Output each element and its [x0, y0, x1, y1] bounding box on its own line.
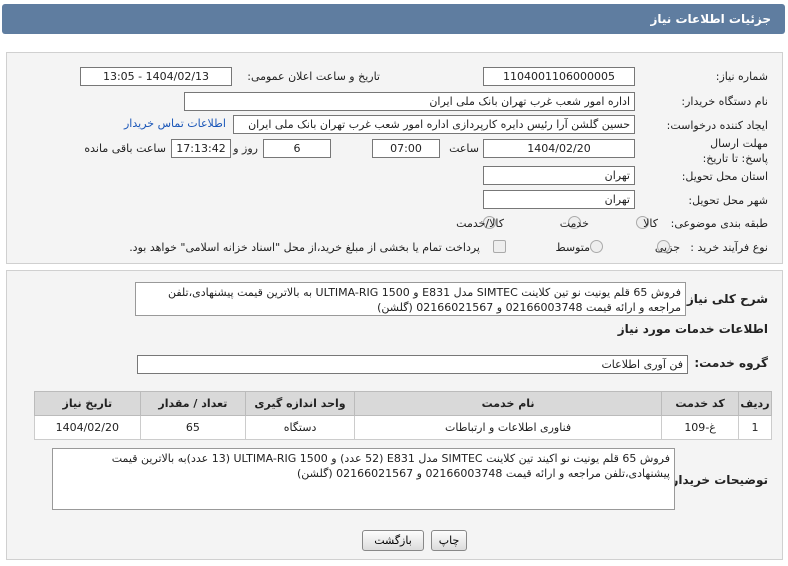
- category-option-service: خدمت: [559, 217, 589, 230]
- need-number-field[interactable]: 1104001106000005: [483, 67, 635, 86]
- cell-date: 1404/02/20: [34, 415, 141, 440]
- service-group-label: گروه خدمت:: [694, 356, 768, 370]
- services-title: اطلاعات خدمات مورد نیاز: [617, 322, 768, 336]
- category-label: طبقه بندی موضوعی:: [670, 217, 768, 230]
- buyer-field[interactable]: اداره امور شعب غرب تهران بانک ملی ایران: [184, 92, 635, 111]
- buyer-notes-label: توضیحات خریدار:: [666, 473, 768, 487]
- process-option-minor: جزیی: [654, 241, 680, 254]
- table-row: 1 غ-109 فناوری اطلاعات و ارتباطات دستگاه…: [34, 415, 773, 440]
- announce-label: تاریخ و ساعت اعلان عمومی:: [247, 70, 380, 83]
- category-option-goods-service: کالا/خدمت: [456, 217, 504, 230]
- treasury-payment-checkbox[interactable]: [493, 240, 506, 253]
- cell-name: فناوری اطلاعات و ارتباطات: [353, 415, 663, 440]
- process-type-label: نوع فرآیند خرید :: [690, 241, 768, 254]
- deadline-time-label: ساعت: [449, 142, 479, 155]
- province-label: استان محل تحویل:: [681, 170, 768, 183]
- deadline-date-field[interactable]: 1404/02/20: [483, 139, 635, 158]
- description-textarea[interactable]: فروش 65 قلم یونیت نو تین کلاینت SIMTEC م…: [135, 282, 686, 316]
- col-quantity: تعداد / مقدار: [139, 391, 247, 416]
- province-field[interactable]: تهران: [483, 166, 635, 185]
- city-label: شهر محل تحویل:: [688, 194, 768, 207]
- need-number-label: شماره نیاز:: [715, 70, 768, 83]
- page-header: جزئیات اطلاعات نیاز: [2, 4, 785, 34]
- buyer-notes-textarea[interactable]: فروش 65 قلم یونیت نو اکیند تین کلاینت SI…: [52, 448, 675, 510]
- creator-field[interactable]: حسین گلشن آرا رئیس دایره کارپردازی اداره…: [233, 115, 635, 134]
- process-radio-medium[interactable]: [590, 240, 603, 253]
- process-option-medium: متوسط: [555, 241, 590, 254]
- services-table: ردیف کد خدمت نام خدمت واحد اندازه گیری ت…: [34, 391, 773, 440]
- deadline-time-field[interactable]: 07:00: [372, 139, 440, 158]
- category-option-goods: کالا: [643, 217, 658, 230]
- cell-row: 1: [737, 415, 773, 440]
- print-button[interactable]: چاپ: [431, 530, 467, 551]
- col-unit: واحد اندازه گیری: [245, 391, 355, 416]
- creator-label: ایجاد کننده درخواست:: [666, 119, 768, 132]
- treasury-payment-note: پرداخت تمام یا بخشی از مبلغ خرید،از محل …: [129, 241, 480, 254]
- back-button[interactable]: بازگشت: [362, 530, 424, 551]
- cell-unit: دستگاه: [245, 415, 355, 440]
- service-group-field[interactable]: فن آوری اطلاعات: [137, 355, 688, 374]
- cell-quantity: 65: [139, 415, 247, 440]
- description-label: شرح کلی نیاز:: [682, 292, 768, 306]
- time-remaining-field[interactable]: 17:13:42: [171, 139, 231, 158]
- services-table-header: ردیف کد خدمت نام خدمت واحد اندازه گیری ت…: [34, 391, 773, 416]
- deadline-label: مهلت ارسال پاسخ: تا تاریخ:: [702, 137, 768, 165]
- buyer-label: نام دستگاه خریدار:: [681, 95, 768, 108]
- col-name: نام خدمت: [353, 391, 663, 416]
- col-date: تاریخ نیاز: [34, 391, 141, 416]
- col-code: کد خدمت: [661, 391, 739, 416]
- announce-datetime-field[interactable]: 1404/02/13 - 13:05: [80, 67, 232, 86]
- days-label: روز و: [233, 142, 258, 155]
- days-remaining-field[interactable]: 6: [263, 139, 331, 158]
- col-row: ردیف: [737, 391, 773, 416]
- city-field[interactable]: تهران: [483, 190, 635, 209]
- cell-code: غ-109: [661, 415, 739, 440]
- time-remaining-label: ساعت باقی مانده: [84, 142, 166, 155]
- buyer-contact-link[interactable]: اطلاعات تماس خریدار: [124, 117, 226, 130]
